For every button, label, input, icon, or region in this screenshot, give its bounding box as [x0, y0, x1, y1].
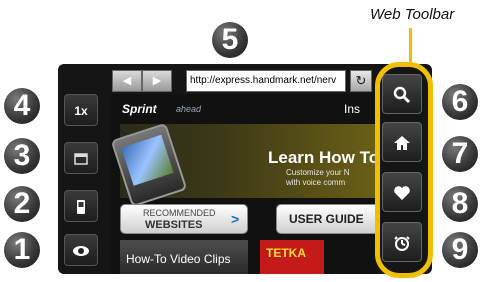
user-guide-button[interactable]: USER GUIDE: [276, 204, 378, 234]
howto-label: How-To Video Clips: [126, 252, 231, 266]
banner-subtitle-1: Customize your N: [286, 168, 350, 177]
banner-title: Learn How To: [268, 148, 378, 167]
badge-9: 9: [442, 232, 478, 268]
toolbar-highlight-ring: [375, 62, 433, 278]
tetka-link[interactable]: TETKA: [260, 240, 324, 274]
device-icon[interactable]: [64, 190, 98, 222]
window-icon-glyph: [74, 153, 88, 165]
web-page-content: Sprint ahead Ins Learn How To Customize …: [110, 94, 378, 274]
back-button[interactable]: ◀: [112, 70, 142, 92]
badge-1: 1: [4, 232, 40, 268]
rec-line2: WEBSITES: [145, 219, 203, 231]
badge-8: 8: [442, 186, 478, 222]
badge-4: 4: [4, 88, 40, 124]
user-guide-label: USER GUIDE: [289, 212, 364, 226]
url-bar-row: ◀ ▶ http://express.handmark.net/nerv ↻: [112, 70, 372, 92]
forward-button[interactable]: ▶: [142, 70, 172, 92]
device-icon-glyph: [77, 200, 85, 214]
sprint-logo: Sprint: [122, 102, 157, 116]
recommended-websites-button[interactable]: RECOMMENDED WEBSITES >: [120, 204, 248, 234]
badge-7: 7: [442, 136, 478, 172]
eye-icon[interactable]: [64, 234, 98, 266]
banner-subtitle-2: with voice comm: [286, 178, 346, 187]
sprint-tagline: ahead: [176, 104, 202, 114]
chevron-right-icon: >: [231, 211, 240, 227]
zoom-button[interactable]: 1x: [64, 94, 98, 126]
badge-6: 6: [442, 84, 478, 120]
window-icon[interactable]: [64, 142, 98, 174]
reload-button[interactable]: ↻: [350, 70, 372, 92]
how-to-video-clips-link[interactable]: How-To Video Clips: [120, 240, 248, 274]
eye-icon-glyph: [73, 246, 89, 256]
callout-pointer-line: [409, 28, 412, 62]
badge-3: 3: [4, 138, 40, 174]
rec-line1: RECOMMENDED: [143, 208, 216, 218]
url-field[interactable]: http://express.handmark.net/nerv: [186, 70, 346, 92]
web-toolbar-label: Web Toolbar: [370, 6, 455, 23]
badge-5: 5: [212, 22, 248, 58]
header-right-text: Ins: [344, 102, 361, 116]
badge-2: 2: [4, 186, 40, 222]
tetka-label: TETKA: [266, 246, 306, 260]
